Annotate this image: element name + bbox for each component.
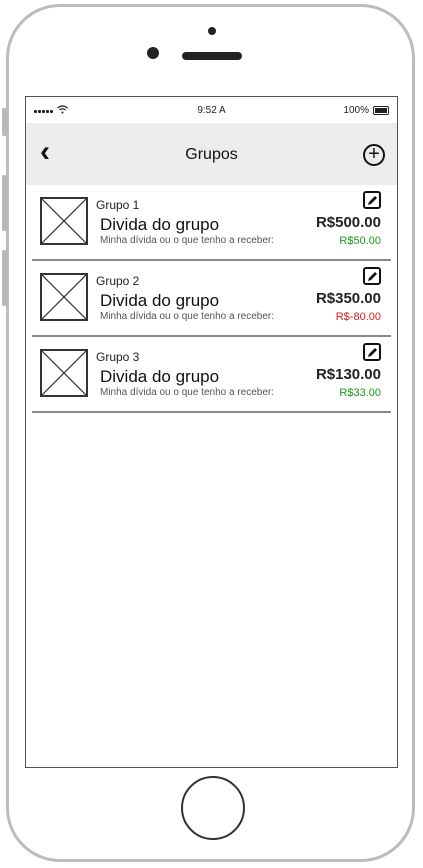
side-button-volume-down (2, 250, 8, 306)
edit-group-button[interactable] (363, 191, 381, 209)
my-balance-label: Minha dívida ou o que tenho a receber: (100, 387, 275, 398)
my-balance-value: R$-80.00 (335, 311, 381, 323)
page-title: Grupos (185, 146, 238, 163)
group-image-placeholder (40, 197, 88, 245)
group-name: Grupo 3 (96, 350, 140, 364)
edit-group-button[interactable] (363, 343, 381, 361)
my-balance-label: Minha dívida ou o que tenho a receber: (100, 311, 275, 322)
group-item-1[interactable]: Grupo 1 Divida do grupo R$500.00 Minha d… (32, 185, 391, 261)
my-balance-label: Minha dívida ou o que tenho a receber: (100, 235, 275, 246)
side-button-volume-up (2, 175, 8, 231)
navigation-bar: ‹ Grupos + (26, 123, 397, 185)
status-bar: 9:52 A 100% (26, 97, 397, 123)
front-camera (147, 47, 159, 59)
pencil-icon (367, 347, 377, 357)
pencil-icon (367, 271, 377, 281)
group-image-placeholder (40, 273, 88, 321)
status-right: 100% (343, 105, 389, 116)
home-button[interactable] (181, 776, 245, 840)
add-group-button[interactable]: + (363, 144, 385, 166)
group-item-3[interactable]: Grupo 3 Divida do grupo R$130.00 Minha d… (32, 337, 391, 413)
group-description: Divida do grupo (100, 215, 220, 234)
my-balance-value: R$50.00 (339, 235, 381, 247)
group-description: Divida do grupo (100, 291, 220, 310)
battery-icon (373, 106, 389, 115)
group-description: Divida do grupo (100, 367, 220, 386)
add-circle-icon: + (368, 143, 380, 165)
screen: 9:52 A 100% ‹ Grupos + Grupo 1 Divida do… (25, 96, 398, 768)
group-total: R$500.00 (315, 214, 381, 231)
edit-group-button[interactable] (363, 267, 381, 285)
group-list: Grupo 1 Divida do grupo R$500.00 Minha d… (26, 185, 397, 413)
group-image-placeholder (40, 349, 88, 397)
group-total: R$130.00 (315, 366, 381, 383)
group-item-2[interactable]: Grupo 2 Divida do grupo R$350.00 Minha d… (32, 261, 391, 337)
group-name: Grupo 2 (96, 274, 140, 288)
side-button-mute (2, 108, 8, 136)
my-balance-value: R$33.00 (339, 387, 381, 399)
status-time: 9:52 A (197, 105, 226, 116)
group-name: Grupo 1 (96, 198, 140, 212)
earpiece-speaker (182, 52, 242, 60)
sensor-dot (208, 27, 216, 35)
battery-percent: 100% (343, 105, 369, 116)
group-total: R$350.00 (315, 290, 381, 307)
pencil-icon (367, 195, 377, 205)
